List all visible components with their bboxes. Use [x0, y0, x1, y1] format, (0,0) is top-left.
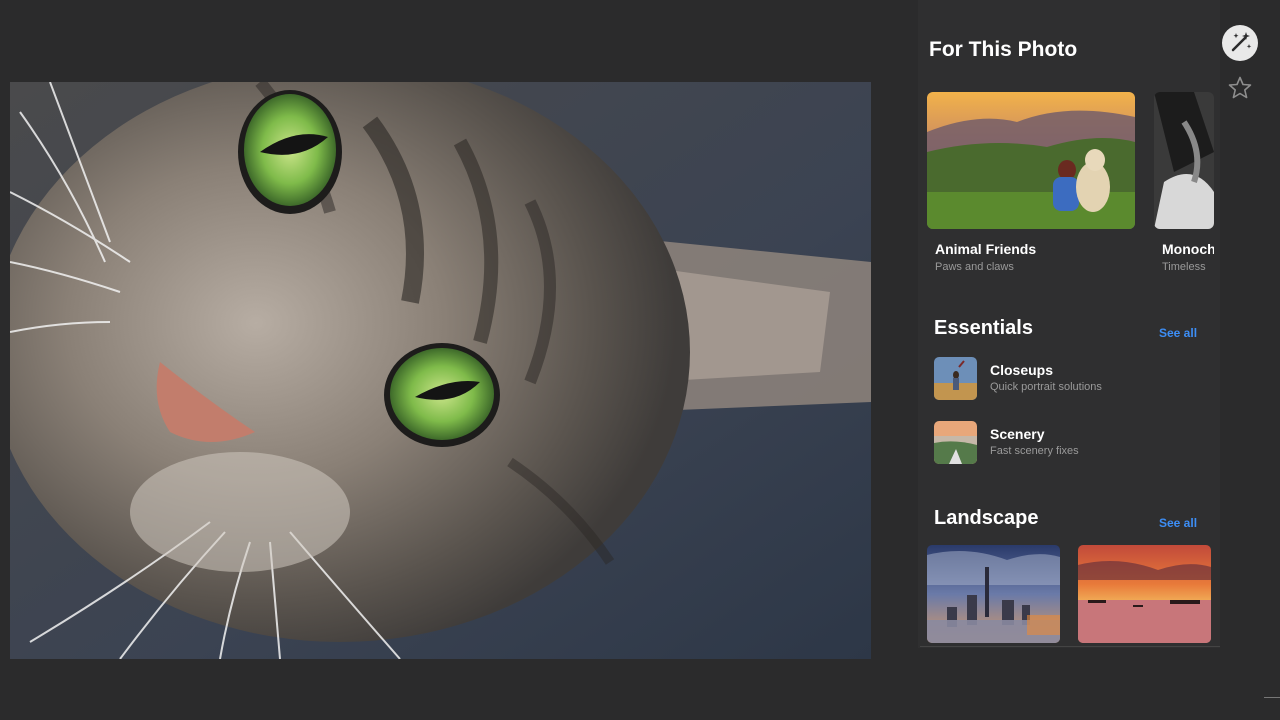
card-title: Monoch — [1162, 241, 1214, 257]
landscape-heading: Landscape — [934, 507, 1039, 529]
city-thumbnail — [927, 545, 1060, 643]
essentials-item-scenery[interactable]: Scenery Fast scenery fixes — [934, 421, 1204, 465]
star-icon — [1228, 76, 1252, 99]
scenery-thumbnail — [934, 421, 977, 464]
sidebar-divider — [920, 646, 1220, 647]
auto-enhance-button[interactable] — [1222, 25, 1258, 61]
corner-divider — [1264, 697, 1280, 698]
magic-wand-icon — [1231, 32, 1252, 52]
main-photo[interactable] — [10, 82, 871, 659]
item-subtitle: Quick portrait solutions — [990, 381, 1102, 393]
landscape-card-sunset[interactable] — [1078, 545, 1211, 643]
item-title: Scenery — [990, 426, 1045, 442]
featured-card-animal-friends[interactable]: Animal Friends Paws and claws — [927, 92, 1135, 277]
panel-title: For This Photo — [929, 38, 1078, 61]
sunset-thumbnail — [1078, 545, 1211, 643]
essentials-see-all-link[interactable]: See all — [1159, 326, 1197, 340]
card-subtitle: Timeless — [1162, 261, 1206, 273]
featured-card-monochrome[interactable]: Monoch Timeless — [1154, 92, 1214, 277]
landscape-card-city[interactable] — [927, 545, 1060, 643]
item-title: Closeups — [990, 362, 1054, 378]
essentials-item-closeups[interactable]: Closeups Quick portrait solutions — [934, 357, 1204, 401]
card-subtitle: Paws and claws — [935, 261, 1014, 273]
item-subtitle: Fast scenery fixes — [990, 445, 1079, 457]
animal-friends-thumbnail — [927, 92, 1135, 229]
essentials-heading: Essentials — [934, 317, 1033, 339]
landscape-see-all-link[interactable]: See all — [1159, 516, 1197, 530]
monochrome-thumbnail — [1154, 92, 1214, 229]
closeups-thumbnail — [934, 357, 977, 400]
card-title: Animal Friends — [935, 241, 1037, 257]
favorite-button[interactable] — [1227, 75, 1253, 101]
cat-image — [10, 82, 871, 659]
